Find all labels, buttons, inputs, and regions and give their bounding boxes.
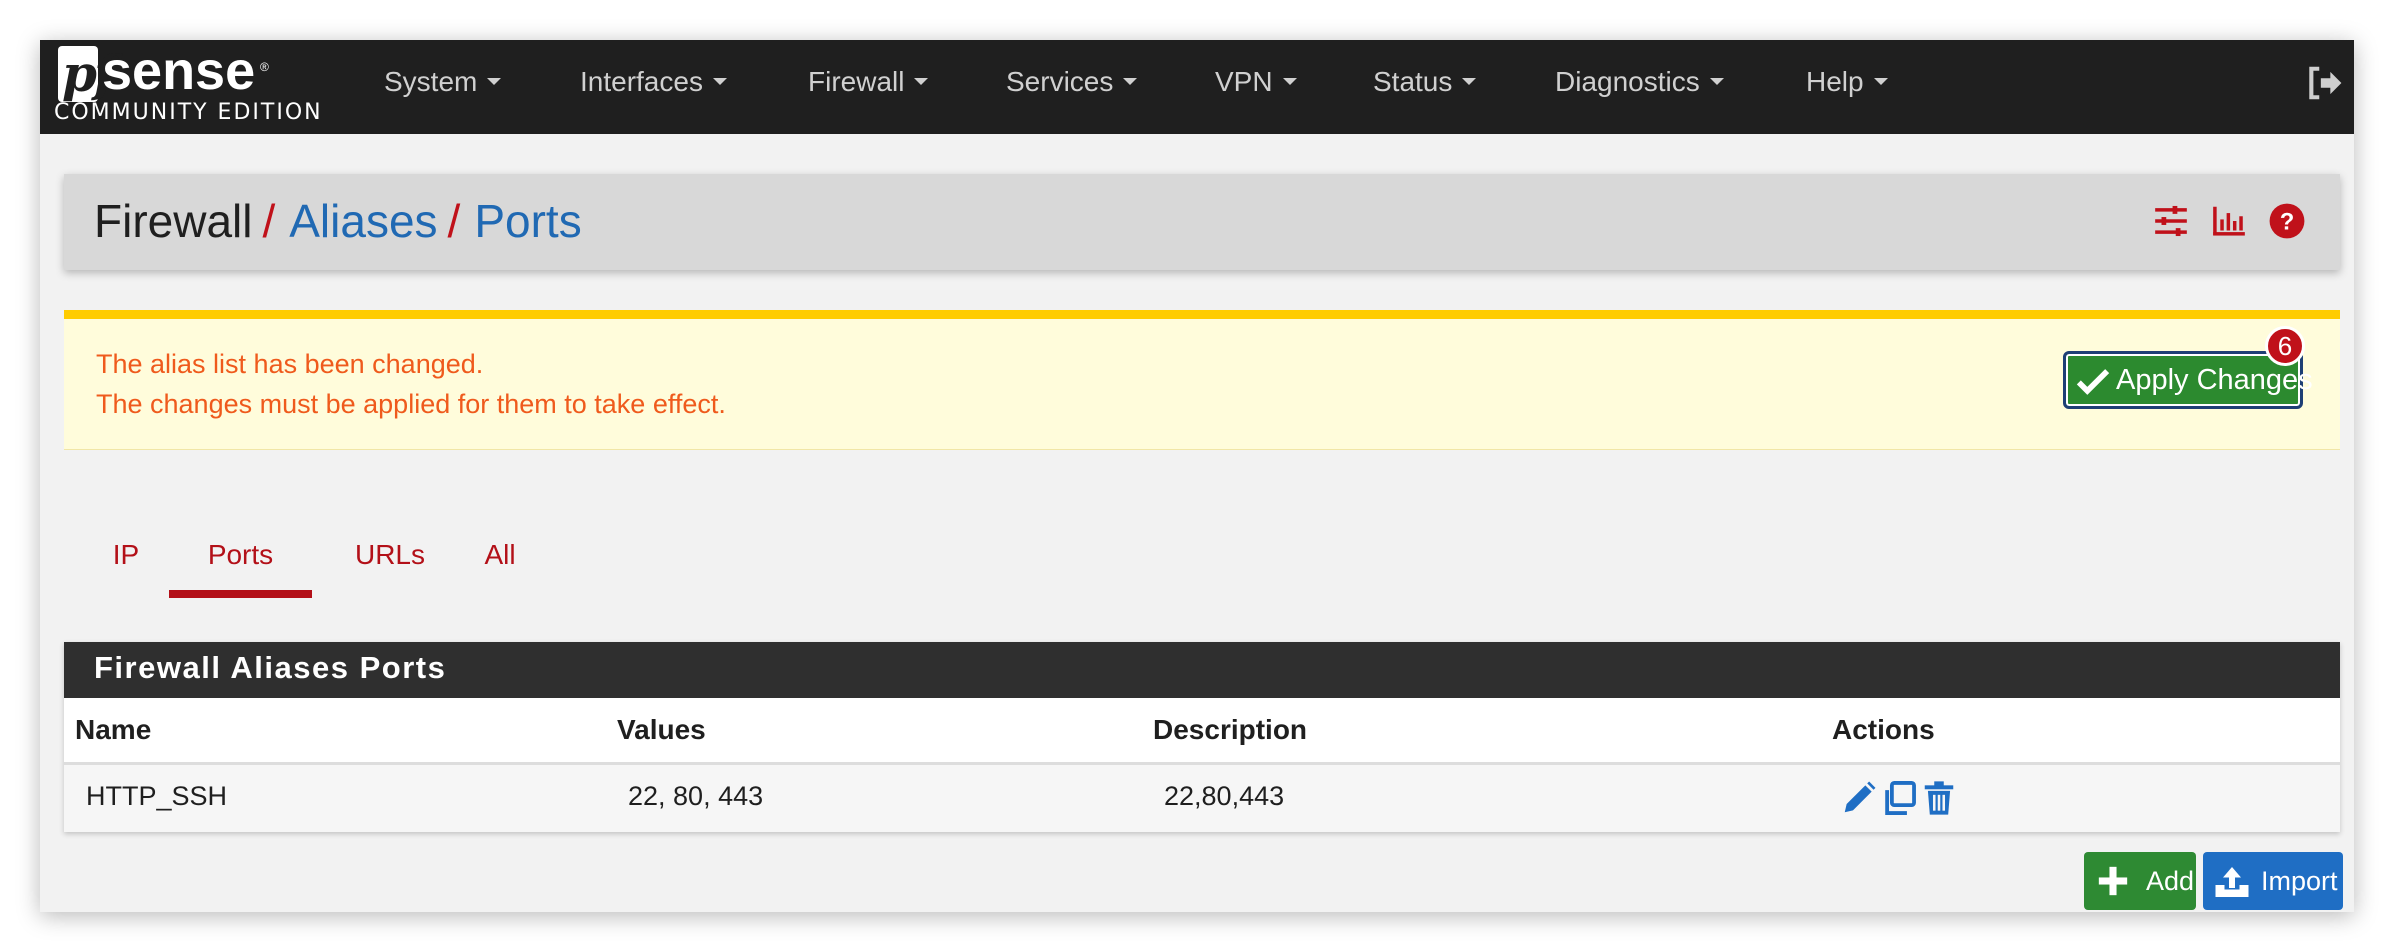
- pending-changes-badge: 6: [2265, 326, 2305, 366]
- apply-changes-button[interactable]: Apply Changes: [2063, 351, 2313, 409]
- check-icon: [2076, 369, 2110, 395]
- menu-label: System: [384, 66, 478, 97]
- caret-down-icon: [1709, 78, 1724, 86]
- breadcrumb-separator: /: [262, 195, 276, 247]
- table-panel-header: Firewall Aliases Ports: [64, 642, 2340, 698]
- menu-interfaces[interactable]: Interfaces: [580, 62, 727, 102]
- alert-message-line2: The changes must be applied for them to …: [96, 389, 726, 419]
- caret-down-icon: [712, 78, 727, 86]
- tab-urls[interactable]: URLs: [340, 530, 440, 580]
- upload-icon: [2215, 867, 2249, 897]
- caret-down-icon: [1462, 78, 1477, 86]
- column-header-values[interactable]: Values: [617, 714, 706, 746]
- active-tab-indicator: [169, 590, 312, 598]
- top-navbar: pf sense ® COMMUNITY EDITION System Inte…: [40, 40, 2354, 134]
- add-button-label: Add: [2146, 866, 2195, 896]
- sliders-icon[interactable]: [2152, 202, 2190, 240]
- caret-down-icon: [1282, 78, 1297, 86]
- import-button-label: Import: [2261, 866, 2338, 896]
- menu-label: Help: [1806, 66, 1864, 97]
- menu-status[interactable]: Status: [1373, 62, 1477, 102]
- menu-label: Status: [1373, 66, 1453, 97]
- menu-label: Firewall: [808, 66, 905, 97]
- cell-name: HTTP_SSH: [86, 781, 228, 811]
- menu-help[interactable]: Help: [1806, 62, 1888, 102]
- column-header-description[interactable]: Description: [1153, 714, 1307, 746]
- column-header-actions: Actions: [1832, 714, 1935, 745]
- import-button[interactable]: Import: [2203, 852, 2343, 910]
- alert-message-line1: The alias list has been changed.: [96, 349, 484, 379]
- menu-label: VPN: [1215, 66, 1273, 97]
- breadcrumb-ports-link[interactable]: Ports: [474, 195, 581, 247]
- cell-values: 22, 80, 443: [628, 781, 764, 811]
- caret-down-icon: [487, 78, 502, 86]
- table-row[interactable]: HTTP_SSH 22, 80, 443 22,80,443: [64, 765, 2340, 832]
- plus-icon: [2098, 866, 2128, 896]
- help-icon[interactable]: ?: [2268, 202, 2306, 240]
- caret-down-icon: [1123, 78, 1138, 86]
- caret-down-icon: [914, 78, 929, 86]
- edit-icon[interactable]: [1840, 779, 1878, 817]
- svg-text:?: ?: [2280, 209, 2295, 236]
- add-button[interactable]: Add: [2084, 852, 2196, 910]
- logo-registered-mark: ®: [260, 60, 269, 74]
- logout-icon[interactable]: [2305, 64, 2343, 102]
- menu-label: Diagnostics: [1555, 66, 1700, 97]
- table-title: Firewall Aliases Ports: [94, 650, 447, 685]
- browser-window: pf sense ® COMMUNITY EDITION System Inte…: [40, 40, 2354, 912]
- breadcrumb: Firewall / Aliases / Ports: [94, 192, 582, 250]
- menu-label: Services: [1006, 66, 1114, 97]
- tab-ip[interactable]: IP: [96, 530, 156, 580]
- bar-chart-icon[interactable]: [2210, 202, 2248, 240]
- breadcrumb-panel: Firewall / Aliases / Ports ?: [64, 174, 2340, 270]
- column-header-name[interactable]: Name: [75, 714, 151, 746]
- menu-diagnostics[interactable]: Diagnostics: [1555, 62, 1724, 102]
- menu-firewall[interactable]: Firewall: [808, 62, 929, 102]
- tab-ports[interactable]: Ports: [169, 530, 312, 580]
- menu-label: Interfaces: [580, 66, 703, 97]
- changes-alert: The alias list has been changed. The cha…: [64, 310, 2340, 450]
- logo-sense-text: sense: [102, 41, 256, 101]
- trash-icon[interactable]: [1920, 779, 1958, 817]
- breadcrumb-firewall: Firewall: [94, 195, 253, 247]
- logo-edition-text: COMMUNITY EDITION: [54, 100, 323, 125]
- copy-icon[interactable]: [1880, 779, 1918, 817]
- menu-services[interactable]: Services: [1006, 62, 1138, 102]
- menu-vpn[interactable]: VPN: [1215, 62, 1297, 102]
- cell-description: 22,80,443: [1164, 781, 1285, 811]
- menu-system[interactable]: System: [384, 62, 502, 102]
- tab-all[interactable]: All: [460, 530, 540, 580]
- breadcrumb-aliases-link[interactable]: Aliases: [289, 195, 437, 247]
- pfsense-logo[interactable]: pf sense ® COMMUNITY EDITION: [54, 41, 354, 130]
- breadcrumb-separator: /: [447, 195, 461, 247]
- aliases-table-panel: Firewall Aliases Ports Name Values Descr…: [64, 642, 2340, 832]
- caret-down-icon: [1873, 78, 1888, 86]
